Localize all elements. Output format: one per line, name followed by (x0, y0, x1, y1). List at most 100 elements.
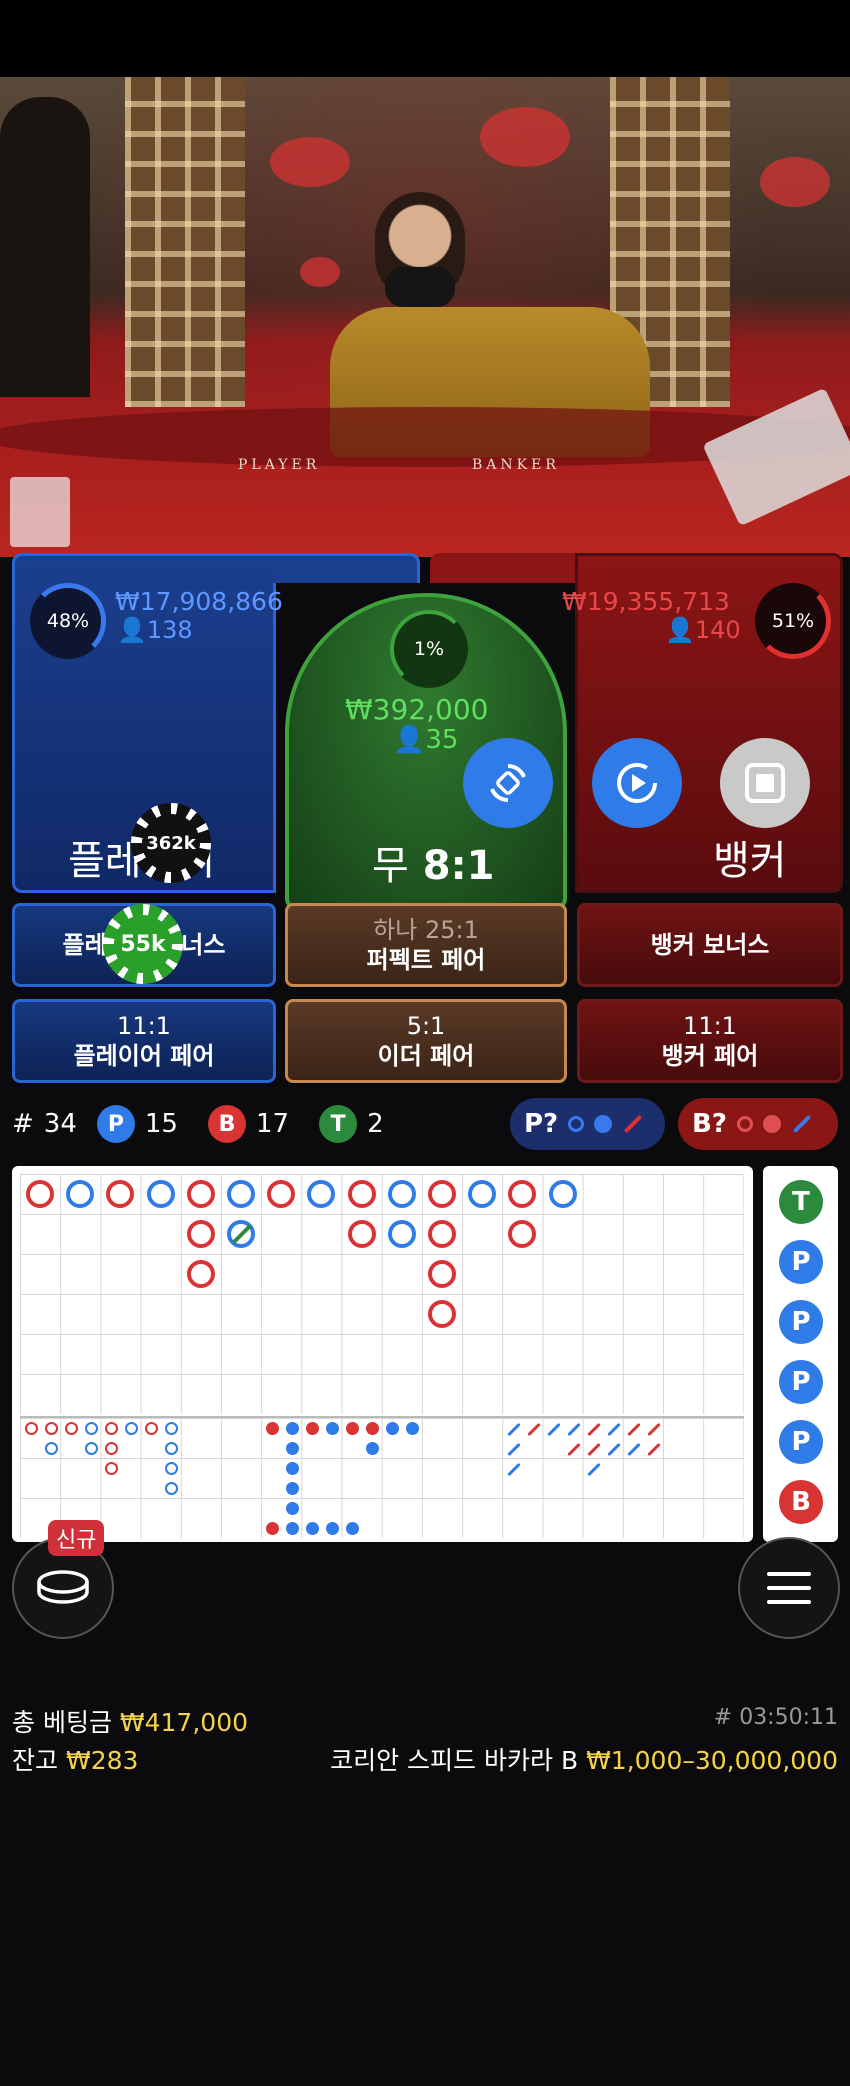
banker-bonus-button[interactable]: 뱅커 보너스 (577, 903, 843, 987)
predict-player-label: P? (524, 1109, 559, 1139)
bead-player: P (779, 1420, 823, 1464)
big-road-mark (26, 1180, 54, 1208)
small-road-mark (326, 1422, 339, 1435)
predict-small-road-icon (762, 1115, 781, 1133)
chip-player-bonus: 55k (103, 904, 183, 984)
big-road-mark (106, 1180, 134, 1208)
either-pair-button[interactable]: 5:1 이더 페어 (285, 999, 567, 1083)
big-road-mark (388, 1180, 416, 1208)
perfect-pair-label: 퍼펙트 페어 (366, 946, 486, 974)
table-name: 코리안 스피드 바카라 B (330, 1746, 579, 1775)
big-eye-mark (85, 1442, 98, 1455)
tie-percent-ring: 1% (390, 610, 468, 688)
user-icon: 👤 (665, 616, 695, 644)
small-road-mark (386, 1422, 399, 1435)
rebet-button[interactable] (463, 738, 553, 828)
balance: 잔고 ₩283 (12, 1741, 138, 1777)
user-icon: 👤 (117, 616, 147, 644)
banker-bet-spot-top (430, 553, 580, 583)
small-road-mark (266, 1522, 279, 1535)
big-road-mark (348, 1180, 376, 1208)
menu-button[interactable] (738, 1537, 840, 1639)
perfect-pair-odds: 하나 25:1 (373, 916, 479, 944)
table-banker-text: BANKER (472, 457, 560, 473)
big-road-mark (508, 1180, 536, 1208)
rebet-icon (490, 763, 526, 803)
player-win-count: 15 (144, 1109, 178, 1139)
balance-label: 잔고 (12, 1746, 59, 1775)
player-stat-badge: P (96, 1105, 135, 1143)
banker-pair-button[interactable]: 11:1 뱅커 페어 (577, 999, 843, 1083)
big-road-mark (307, 1180, 335, 1208)
scoreboard-roadmap[interactable] (12, 1166, 753, 1542)
predict-big-eye-icon (568, 1116, 585, 1132)
player-pair-button[interactable]: 11:1 플레이어 페어 (12, 999, 276, 1083)
big-road-mark (348, 1220, 376, 1248)
replay-button[interactable] (592, 738, 682, 828)
dealer-mask (385, 267, 455, 307)
small-road-mark (346, 1422, 359, 1435)
tie-label: 무 8:1 (372, 833, 494, 891)
big-road-mark (187, 1180, 215, 1208)
small-road-mark (286, 1502, 299, 1515)
chip-player-bonus-value: 55k (114, 915, 172, 973)
small-road-mark (366, 1442, 379, 1455)
banker-pair-label: 뱅커 페어 (661, 1042, 759, 1070)
small-road-mark (346, 1522, 359, 1535)
predict-cockroach-icon (623, 1114, 643, 1134)
big-eye-mark (145, 1422, 158, 1435)
small-road-mark (286, 1522, 299, 1535)
big-road-mark (147, 1180, 175, 1208)
chip-player-value: 362k (142, 814, 200, 872)
wooden-screen (125, 77, 245, 407)
replay-icon (617, 763, 657, 803)
big-eye-mark (45, 1442, 58, 1455)
big-eye-mark (165, 1422, 178, 1435)
predict-banker-label: B? (692, 1109, 727, 1139)
big-road-mark (187, 1260, 215, 1288)
hamburger-icon (767, 1572, 811, 1604)
discard-tray (10, 477, 70, 547)
balance-value: ₩283 (65, 1746, 139, 1775)
big-eye-mark (105, 1442, 118, 1455)
big-eye-mark (165, 1462, 178, 1475)
tie-label-odds: 8:1 (422, 843, 495, 889)
total-bet: 총 베팅금 ₩417,000 (12, 1703, 248, 1739)
stop-button[interactable] (720, 738, 810, 828)
predict-player-button[interactable]: P? (510, 1098, 665, 1150)
banker-label: 뱅커 (713, 838, 787, 884)
big-road-mark (428, 1180, 456, 1208)
big-road-mark (549, 1180, 577, 1208)
total-bet-value: ₩417,000 (119, 1708, 249, 1737)
banker-count-value: 140 (694, 616, 741, 644)
banker-count: 👤140 (665, 616, 741, 644)
bead-road[interactable]: T P P P P B (763, 1166, 838, 1542)
banker-amount: ₩19,355,713 (562, 587, 730, 616)
small-road-mark (286, 1422, 299, 1435)
perfect-pair-button[interactable]: 하나 25:1 퍼펙트 페어 (285, 903, 567, 987)
round-count: 34 (43, 1109, 77, 1139)
bead-player: P (779, 1360, 823, 1404)
player-pair-label: 플레이어 페어 (73, 1042, 215, 1070)
big-road-mark (66, 1180, 94, 1208)
predict-banker-button[interactable]: B? (678, 1098, 838, 1150)
tie-count: 👤35 (393, 725, 458, 755)
tie-stat-badge: T (319, 1105, 358, 1143)
big-eye-mark (125, 1422, 138, 1435)
banker-pair-odds: 11:1 (683, 1012, 737, 1040)
big-eye-mark (165, 1442, 178, 1455)
top-bar (0, 0, 850, 77)
big-road-mark (428, 1260, 456, 1288)
player-bet-spot-top (270, 553, 420, 583)
small-road-mark (286, 1442, 299, 1455)
banker-bonus-label: 뱅커 보너스 (650, 931, 770, 959)
big-eye-mark (65, 1422, 78, 1435)
person-left (0, 97, 90, 397)
player-pair-odds: 11:1 (117, 1012, 171, 1040)
player-amount: ₩17,908,866 (115, 587, 283, 616)
big-eye-mark (45, 1422, 58, 1435)
big-road-mark (187, 1220, 215, 1248)
tie-count-value: 35 (425, 725, 459, 755)
stop-icon (745, 763, 785, 803)
banker-percent: 51% (771, 610, 815, 632)
